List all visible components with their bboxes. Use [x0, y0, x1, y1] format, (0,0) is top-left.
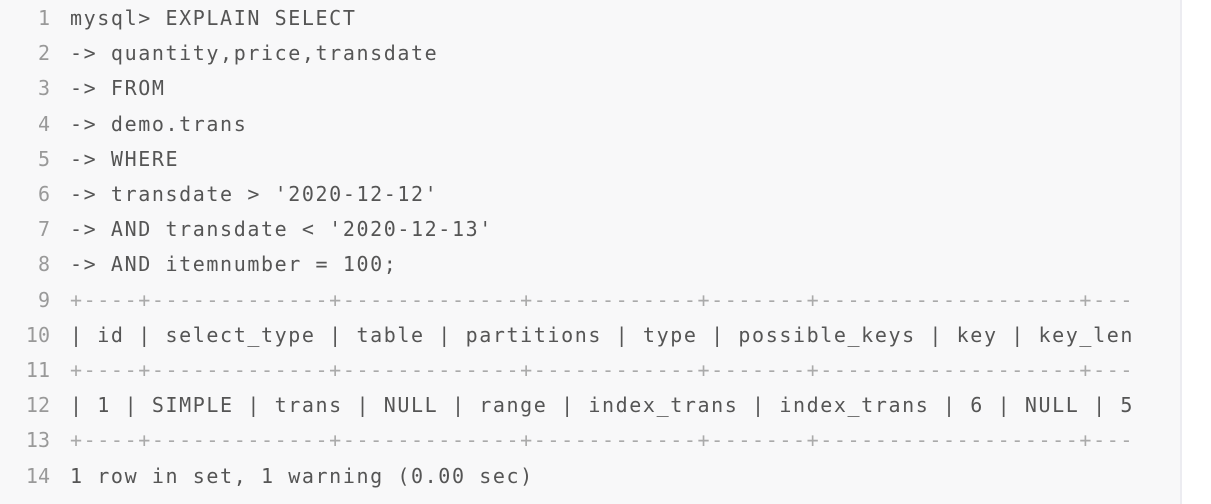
line-number: 6 — [37, 182, 50, 206]
line-number: 13 — [25, 428, 50, 453]
line-text: +----+-------------+-------------+------… — [70, 358, 1134, 382]
line-number: 11 — [25, 358, 50, 382]
line-number: 8 — [37, 252, 50, 277]
code-block: 1 mysql> EXPLAIN SELECT 2 -> quantity,price… — [0, 0, 1182, 504]
line-text: +----+-------------+-------------+------… — [70, 287, 1134, 312]
line-number: 9 — [37, 287, 50, 312]
line-number: 7 — [37, 217, 50, 242]
line-text: -> demo.trans — [70, 111, 248, 136]
line-text: | 1 | SIMPLE | trans | NULL | range | in… — [70, 393, 1134, 418]
line-text: -> FROM — [70, 76, 166, 101]
line-number: 3 — [37, 76, 50, 101]
line-text: -> AND itemnumber = 100; — [70, 252, 398, 277]
line-number: 2 — [37, 41, 50, 66]
line-text: +----+-------------+-------------+------… — [70, 428, 1134, 453]
line-number: 12 — [25, 393, 50, 418]
line-text: mysql> EXPLAIN SELECT — [70, 6, 357, 30]
line-text: 1 row in set, 1 warning (0.00 sec) — [70, 463, 534, 488]
line-text: -> WHERE — [70, 146, 180, 171]
line-text: -> transdate > '2020-12-12' — [70, 182, 439, 206]
line-text: -> AND transdate < '2020-12-13' — [70, 217, 493, 242]
line-number: 14 — [25, 463, 50, 488]
line-number: 5 — [37, 146, 50, 171]
line-number: 1 — [37, 6, 50, 30]
line-number: 10 — [25, 322, 50, 347]
line-text: | id | select_type | table | partitions … — [70, 322, 1134, 347]
line-text: -> quantity,price,transdate — [70, 41, 439, 66]
line-number: 4 — [37, 111, 50, 136]
